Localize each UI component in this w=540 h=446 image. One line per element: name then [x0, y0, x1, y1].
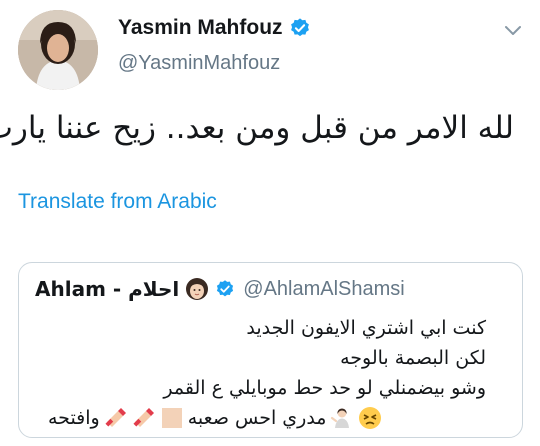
quoted-text-line: وافتحه مدري احس صعبه	[46, 403, 486, 433]
quoted-text-segment: وافتحه	[48, 407, 100, 429]
quoted-text-line: لكن البصمة بالوجه	[340, 347, 486, 369]
quoted-text-segment: مدري احس صعبه	[187, 407, 327, 429]
person-shrugging-emoji-icon	[331, 408, 350, 428]
quoted-handle[interactable]: @AhlamAlShamsi	[243, 278, 404, 301]
author-name-row: Yasmin Mahfouz	[118, 16, 311, 40]
woman-face-emoji-icon	[186, 278, 209, 300]
quoted-text-line: كنت ابي اشتري الايفون الجديد	[246, 317, 486, 339]
nail-polish-emoji-icon	[133, 408, 154, 427]
tweet-text: لله الامر من قبل ومن بعد.. زيح عننا يارب	[0, 110, 514, 146]
author-handle[interactable]: @YasminMahfouz	[118, 52, 280, 75]
verified-badge-icon	[217, 280, 234, 297]
quoted-display-name[interactable]: Ahlam - احلام	[35, 277, 179, 301]
nail-polish-emoji-icon	[105, 408, 126, 427]
quoted-text-line: وشو بيضمنلي لو حد حط موبايلي ع القمر	[163, 377, 486, 399]
chevron-down-icon[interactable]	[502, 22, 524, 40]
translate-link[interactable]: Translate from Arabic	[18, 190, 217, 214]
quoted-tweet-header: Ahlam - احلام @AhlamAlShamsi	[35, 277, 405, 301]
quoted-tweet-text: كنت ابي اشتري الايفون الجديد لكن البصمة …	[46, 313, 486, 433]
persevering-face-emoji-icon	[359, 407, 382, 429]
verified-badge-icon	[290, 18, 309, 37]
author-avatar[interactable]	[18, 10, 98, 90]
quoted-tweet-card[interactable]: Ahlam - احلام @AhlamAlShamsi كنت ابي اشت…	[18, 262, 523, 438]
author-display-name[interactable]: Yasmin Mahfouz	[118, 16, 283, 40]
skin-tone-swatch-icon	[161, 408, 182, 428]
